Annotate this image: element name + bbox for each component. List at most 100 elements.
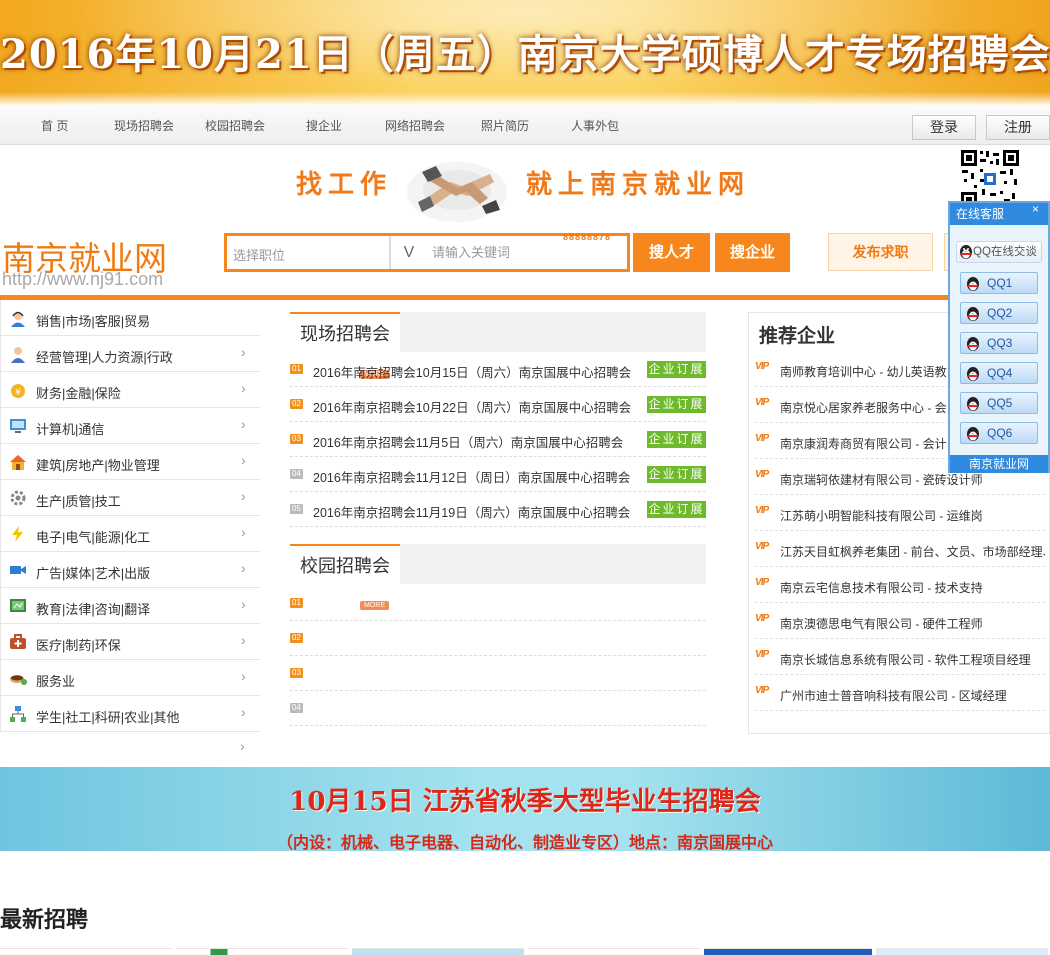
- company-job-link[interactable]: 南京云宅信息技术有限公司 - 技术支持: [780, 579, 983, 596]
- search-company-button[interactable]: 搜企业: [715, 233, 790, 272]
- category-electronics[interactable]: 电子|电气|能源|化工 ›: [1, 516, 260, 552]
- nav-campus-fairs[interactable]: 校园招聘会: [205, 117, 265, 134]
- company-item[interactable]: VIP 南京长城信息系统有限公司 - 软件工程项目经理: [755, 639, 1045, 675]
- rank-badge: 02: [290, 633, 303, 643]
- company-item[interactable]: VIP 广州市迪士普音响科技有限公司 - 区域经理: [755, 675, 1045, 711]
- ad-subline: （内设：机械、电子电器、自动化、制造业专区）地点：南京国展中心: [276, 833, 773, 851]
- vip-icon: VIP: [755, 577, 769, 588]
- top-banner[interactable]: 2016年10月21日（周五）南京大学硕博人才专场招聘会: [0, 0, 1050, 105]
- category-students[interactable]: 学生|社工|科研|农业|其他 ›: [1, 696, 260, 732]
- company-item[interactable]: VIP 江苏萌小明智能科技有限公司 - 运维岗: [755, 495, 1045, 531]
- company-job-link[interactable]: 南京澳德思电气有限公司 - 硬件工程师: [780, 615, 983, 632]
- site-logo[interactable]: 南京就业网 http://www.nj91.com: [2, 232, 192, 292]
- handshake-icon: [407, 162, 507, 222]
- fair-title[interactable]: 2016年南京招聘会11月12日（周日）南京国展中心招聘会: [313, 467, 630, 486]
- onsite-fair-item[interactable]: 03 2016年南京招聘会11月5日（周六）南京国展中心招聘会 企业订展: [290, 422, 706, 457]
- book-booth-button[interactable]: 企业订展: [647, 501, 706, 518]
- qq6-button[interactable]: QQ6: [960, 422, 1038, 444]
- company-job-link[interactable]: 广州市迪士普音响科技有限公司 - 区域经理: [780, 687, 1007, 704]
- service-footer[interactable]: 南京就业网: [950, 455, 1048, 473]
- category-label: 生产|质管|技工: [36, 494, 121, 509]
- fair-title[interactable]: 2016年南京招聘会11月19日（周六）南京国展中心招聘会: [313, 502, 630, 521]
- campus-fair-item[interactable]: 04: [290, 691, 706, 726]
- vip-icon: VIP: [755, 361, 769, 372]
- post-job-button[interactable]: 发布求职: [828, 233, 933, 271]
- nav-onsite-fairs[interactable]: 现场招聘会: [114, 117, 174, 134]
- campus-fairs-tab[interactable]: 校园招聘会: [290, 544, 400, 584]
- onsite-fair-item[interactable]: 02 2016年南京招聘会10月22日（周六）南京国展中心招聘会 企业订展: [290, 387, 706, 422]
- company-item[interactable]: VIP 江苏天目虹枫养老集团 - 前台、文员、市场部经理、养: [755, 531, 1045, 567]
- job-thumbnail[interactable]: [176, 948, 348, 955]
- job-thumbnail[interactable]: [352, 948, 524, 955]
- job-select-placeholder: 选择职位: [233, 248, 286, 263]
- top-nav: 首 页 现场招聘会 校园招聘会 搜企业 网络招聘会 照片简历 人事外包 登录 注…: [0, 105, 1050, 145]
- company-job-link[interactable]: 南京长城信息系统有限公司 - 软件工程项目经理: [780, 651, 1031, 668]
- campus-fair-item[interactable]: 02: [290, 621, 706, 656]
- nav-home[interactable]: 首 页: [41, 117, 68, 134]
- company-item[interactable]: VIP 南京澳德思电气有限公司 - 硬件工程师: [755, 603, 1045, 639]
- qq-label: QQ5: [987, 396, 1013, 410]
- company-job-link[interactable]: 南师教育培训中心 - 幼儿英语教: [780, 363, 947, 380]
- book-booth-button[interactable]: 企业订展: [647, 466, 706, 483]
- category-construction[interactable]: 建筑|房地产|物业管理 ›: [1, 444, 260, 480]
- slogan: 找工作 就上南京就业网: [290, 152, 770, 224]
- onsite-fairs-tab[interactable]: 现场招聘会: [290, 312, 400, 352]
- category-sales[interactable]: 销售|市场|客服|贸易: [1, 300, 260, 336]
- fair-title[interactable]: 2016年南京招聘会10月22日（周六）南京国展中心招聘会: [313, 397, 631, 416]
- book-booth-button[interactable]: 企业订展: [647, 431, 706, 448]
- qq-chat-button[interactable]: QQ在线交谈: [956, 241, 1042, 263]
- book-booth-button[interactable]: 企业订展: [647, 396, 706, 413]
- job-thumbnail[interactable]: [876, 948, 1048, 955]
- campus-fair-item[interactable]: 01: [290, 586, 706, 621]
- onsite-fair-item[interactable]: 05 2016年南京招聘会11月19日（周六）南京国展中心招聘会 企业订展: [290, 492, 706, 527]
- nav-hr-outsourcing[interactable]: 人事外包: [571, 117, 619, 134]
- chevron-right-icon: ›: [241, 560, 246, 576]
- qq1-button[interactable]: QQ1: [960, 272, 1038, 294]
- job-thumbnail[interactable]: [528, 948, 700, 955]
- qq-penguin-icon: [967, 367, 979, 381]
- rank-badge: 05: [290, 504, 303, 514]
- hotline-fragment: 88888878: [563, 232, 612, 242]
- campus-fair-item[interactable]: 03: [290, 656, 706, 691]
- nav-photo-resume[interactable]: 照片简历: [481, 117, 529, 134]
- chevron-down-icon[interactable]: V: [390, 236, 427, 269]
- company-job-link[interactable]: 南京瑞轲依建材有限公司 - 瓷砖设计师: [780, 471, 983, 488]
- category-education[interactable]: 教育|法律|咨询|翻译 ›: [1, 588, 260, 624]
- job-category-select[interactable]: 选择职位 V: [227, 236, 414, 269]
- company-job-link[interactable]: 江苏天目虹枫养老集团 - 前台、文员、市场部经理、养: [780, 543, 1045, 560]
- qq5-button[interactable]: QQ5: [960, 392, 1038, 414]
- qq4-button[interactable]: QQ4: [960, 362, 1038, 384]
- category-label: 医疗|制药|环保: [36, 638, 121, 653]
- onsite-fair-item[interactable]: 01 2016年南京招聘会10月15日（周六）南京国展中心招聘会 企业订展: [290, 352, 706, 387]
- register-button[interactable]: 注册: [986, 115, 1050, 140]
- category-management[interactable]: 经营管理|人力资源|行政 ›: [1, 336, 260, 372]
- fair-title[interactable]: 2016年南京招聘会10月15日（周六）南京国展中心招聘会: [313, 362, 631, 381]
- company-job-link[interactable]: 南京悦心居家养老服务中心 - 会: [780, 399, 947, 416]
- qq3-button[interactable]: QQ3: [960, 332, 1038, 354]
- category-production[interactable]: 生产|质管|技工 ›: [1, 480, 260, 516]
- qq2-button[interactable]: QQ2: [960, 302, 1038, 324]
- job-category-sidebar: 销售|市场|客服|贸易 经营管理|人力资源|行政 › ¥ 财务|金融|保险 › …: [0, 300, 260, 732]
- search-talent-button[interactable]: 搜人才: [633, 233, 710, 272]
- nav-search-company[interactable]: 搜企业: [306, 117, 342, 134]
- book-booth-button[interactable]: 企业订展: [647, 361, 706, 378]
- job-thumbnail[interactable]: [0, 948, 172, 955]
- close-icon[interactable]: ×: [1032, 202, 1039, 216]
- category-media[interactable]: 广告|媒体|艺术|出版 ›: [1, 552, 260, 588]
- category-finance[interactable]: ¥ 财务|金融|保险 ›: [1, 372, 260, 408]
- nav-online-fairs[interactable]: 网络招聘会: [385, 117, 445, 134]
- fair-title[interactable]: 2016年南京招聘会11月5日（周六）南京国展中心招聘会: [313, 432, 623, 451]
- category-computer[interactable]: 计算机|通信 ›: [1, 408, 260, 444]
- latest-jobs-title: 最新招聘: [0, 907, 89, 932]
- job-thumbnail[interactable]: [704, 948, 872, 955]
- login-button[interactable]: 登录: [912, 115, 976, 140]
- company-job-link[interactable]: 江苏萌小明智能科技有限公司 - 运维岗: [780, 507, 983, 524]
- company-item[interactable]: VIP 南京云宅信息技术有限公司 - 技术支持: [755, 567, 1045, 603]
- company-job-link[interactable]: 南京康润寿商贸有限公司 - 会计: [780, 435, 947, 452]
- fair-ad-banner[interactable]: 10月15日 江苏省秋季大型毕业生招聘会 （内设：机械、电子电器、自动化、制造业…: [0, 767, 1050, 851]
- onsite-fair-item[interactable]: 04 2016年南京招聘会11月12日（周日）南京国展中心招聘会 企业订展: [290, 457, 706, 492]
- category-medical[interactable]: 医疗|制药|环保 ›: [1, 624, 260, 660]
- qq-chat-label: QQ在线交谈: [973, 246, 1037, 258]
- chevron-right-icon: ›: [241, 596, 246, 612]
- category-service[interactable]: 服务业 ›: [1, 660, 260, 696]
